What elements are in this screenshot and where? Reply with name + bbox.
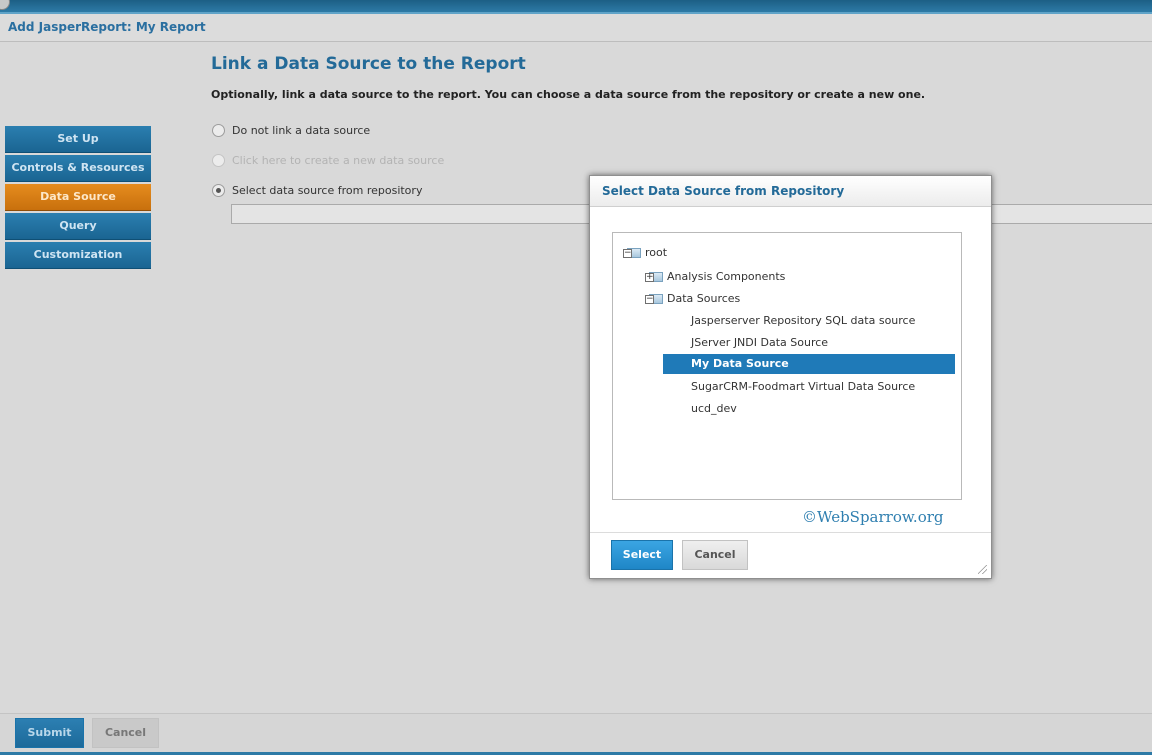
page-description: Optionally, link a data source to the re… xyxy=(211,88,926,101)
nav-controls-resources[interactable]: Controls & Resources xyxy=(5,155,151,182)
nav-query[interactable]: Query xyxy=(5,213,151,240)
tree-leaf-data-source-selected[interactable]: My Data Source xyxy=(663,354,955,374)
radio-button[interactable] xyxy=(212,153,225,167)
dialog-header[interactable]: Select Data Source from Repository xyxy=(590,176,991,207)
option-no-data-source[interactable]: Do not link a data source xyxy=(212,123,370,139)
main-content: Link a Data Source to the Report Optiona… xyxy=(211,54,925,101)
folder-collapse-icon[interactable]: − xyxy=(623,246,641,258)
option-create-data-source[interactable]: Click here to create a new data source xyxy=(212,153,444,169)
option-label: Select data source from repository xyxy=(232,184,423,197)
folder-expand-icon[interactable]: + xyxy=(645,270,663,282)
nav-customization[interactable]: Customization xyxy=(5,242,151,269)
option-label: Click here to create a new data source xyxy=(232,154,445,167)
option-select-from-repository[interactable]: Select data source from repository xyxy=(212,183,422,199)
wizard-nav: Set Up Controls & Resources Data Source … xyxy=(5,126,151,271)
resize-grip-icon[interactable] xyxy=(978,565,987,574)
tree-leaf-data-source[interactable]: JServer JNDI Data Source xyxy=(691,333,828,353)
tree-node-root[interactable]: − root xyxy=(623,243,667,263)
tree-node-analysis-components[interactable]: + Analysis Components xyxy=(645,267,785,287)
watermark-text: ©WebSparrow.org xyxy=(802,508,944,526)
nav-data-source[interactable]: Data Source xyxy=(5,184,151,211)
tree-node-data-sources[interactable]: − Data Sources xyxy=(645,289,740,309)
radio-button-checked[interactable] xyxy=(212,183,225,197)
page-title: Link a Data Source to the Report xyxy=(211,54,526,74)
tree-node-label: Data Sources xyxy=(667,292,741,305)
window-title: Add JasperReport: My Report xyxy=(8,20,206,34)
tree-node-label: Analysis Components xyxy=(667,270,786,283)
folder-collapse-icon[interactable]: − xyxy=(645,292,663,304)
footer-bar: Submit Cancel xyxy=(0,713,1152,755)
option-label: Do not link a data source xyxy=(232,124,371,137)
window-title-bar: Add JasperReport: My Report xyxy=(0,14,1152,42)
radio-button[interactable] xyxy=(212,123,225,137)
footer-cancel-button[interactable]: Cancel xyxy=(92,718,159,748)
repository-tree: − root + Analysis Components − Data Sources… xyxy=(612,232,962,500)
submit-button[interactable]: Submit xyxy=(15,718,84,748)
dialog-title: Select Data Source from Repository xyxy=(602,184,845,198)
dialog-cancel-button[interactable]: Cancel xyxy=(682,540,748,570)
dialog-divider xyxy=(590,532,991,533)
app-logo-icon xyxy=(0,0,10,10)
app-top-strip xyxy=(0,0,1152,14)
tree-leaf-data-source[interactable]: ucd_dev xyxy=(691,399,737,419)
tree-leaf-data-source[interactable]: Jasperserver Repository SQL data source xyxy=(691,311,915,331)
select-button[interactable]: Select xyxy=(611,540,673,570)
nav-set-up[interactable]: Set Up xyxy=(5,126,151,153)
select-data-source-dialog: Select Data Source from Repository − root… xyxy=(589,175,992,579)
tree-node-label: root xyxy=(645,246,668,259)
tree-leaf-data-source[interactable]: SugarCRM-Foodmart Virtual Data Source xyxy=(691,377,915,397)
